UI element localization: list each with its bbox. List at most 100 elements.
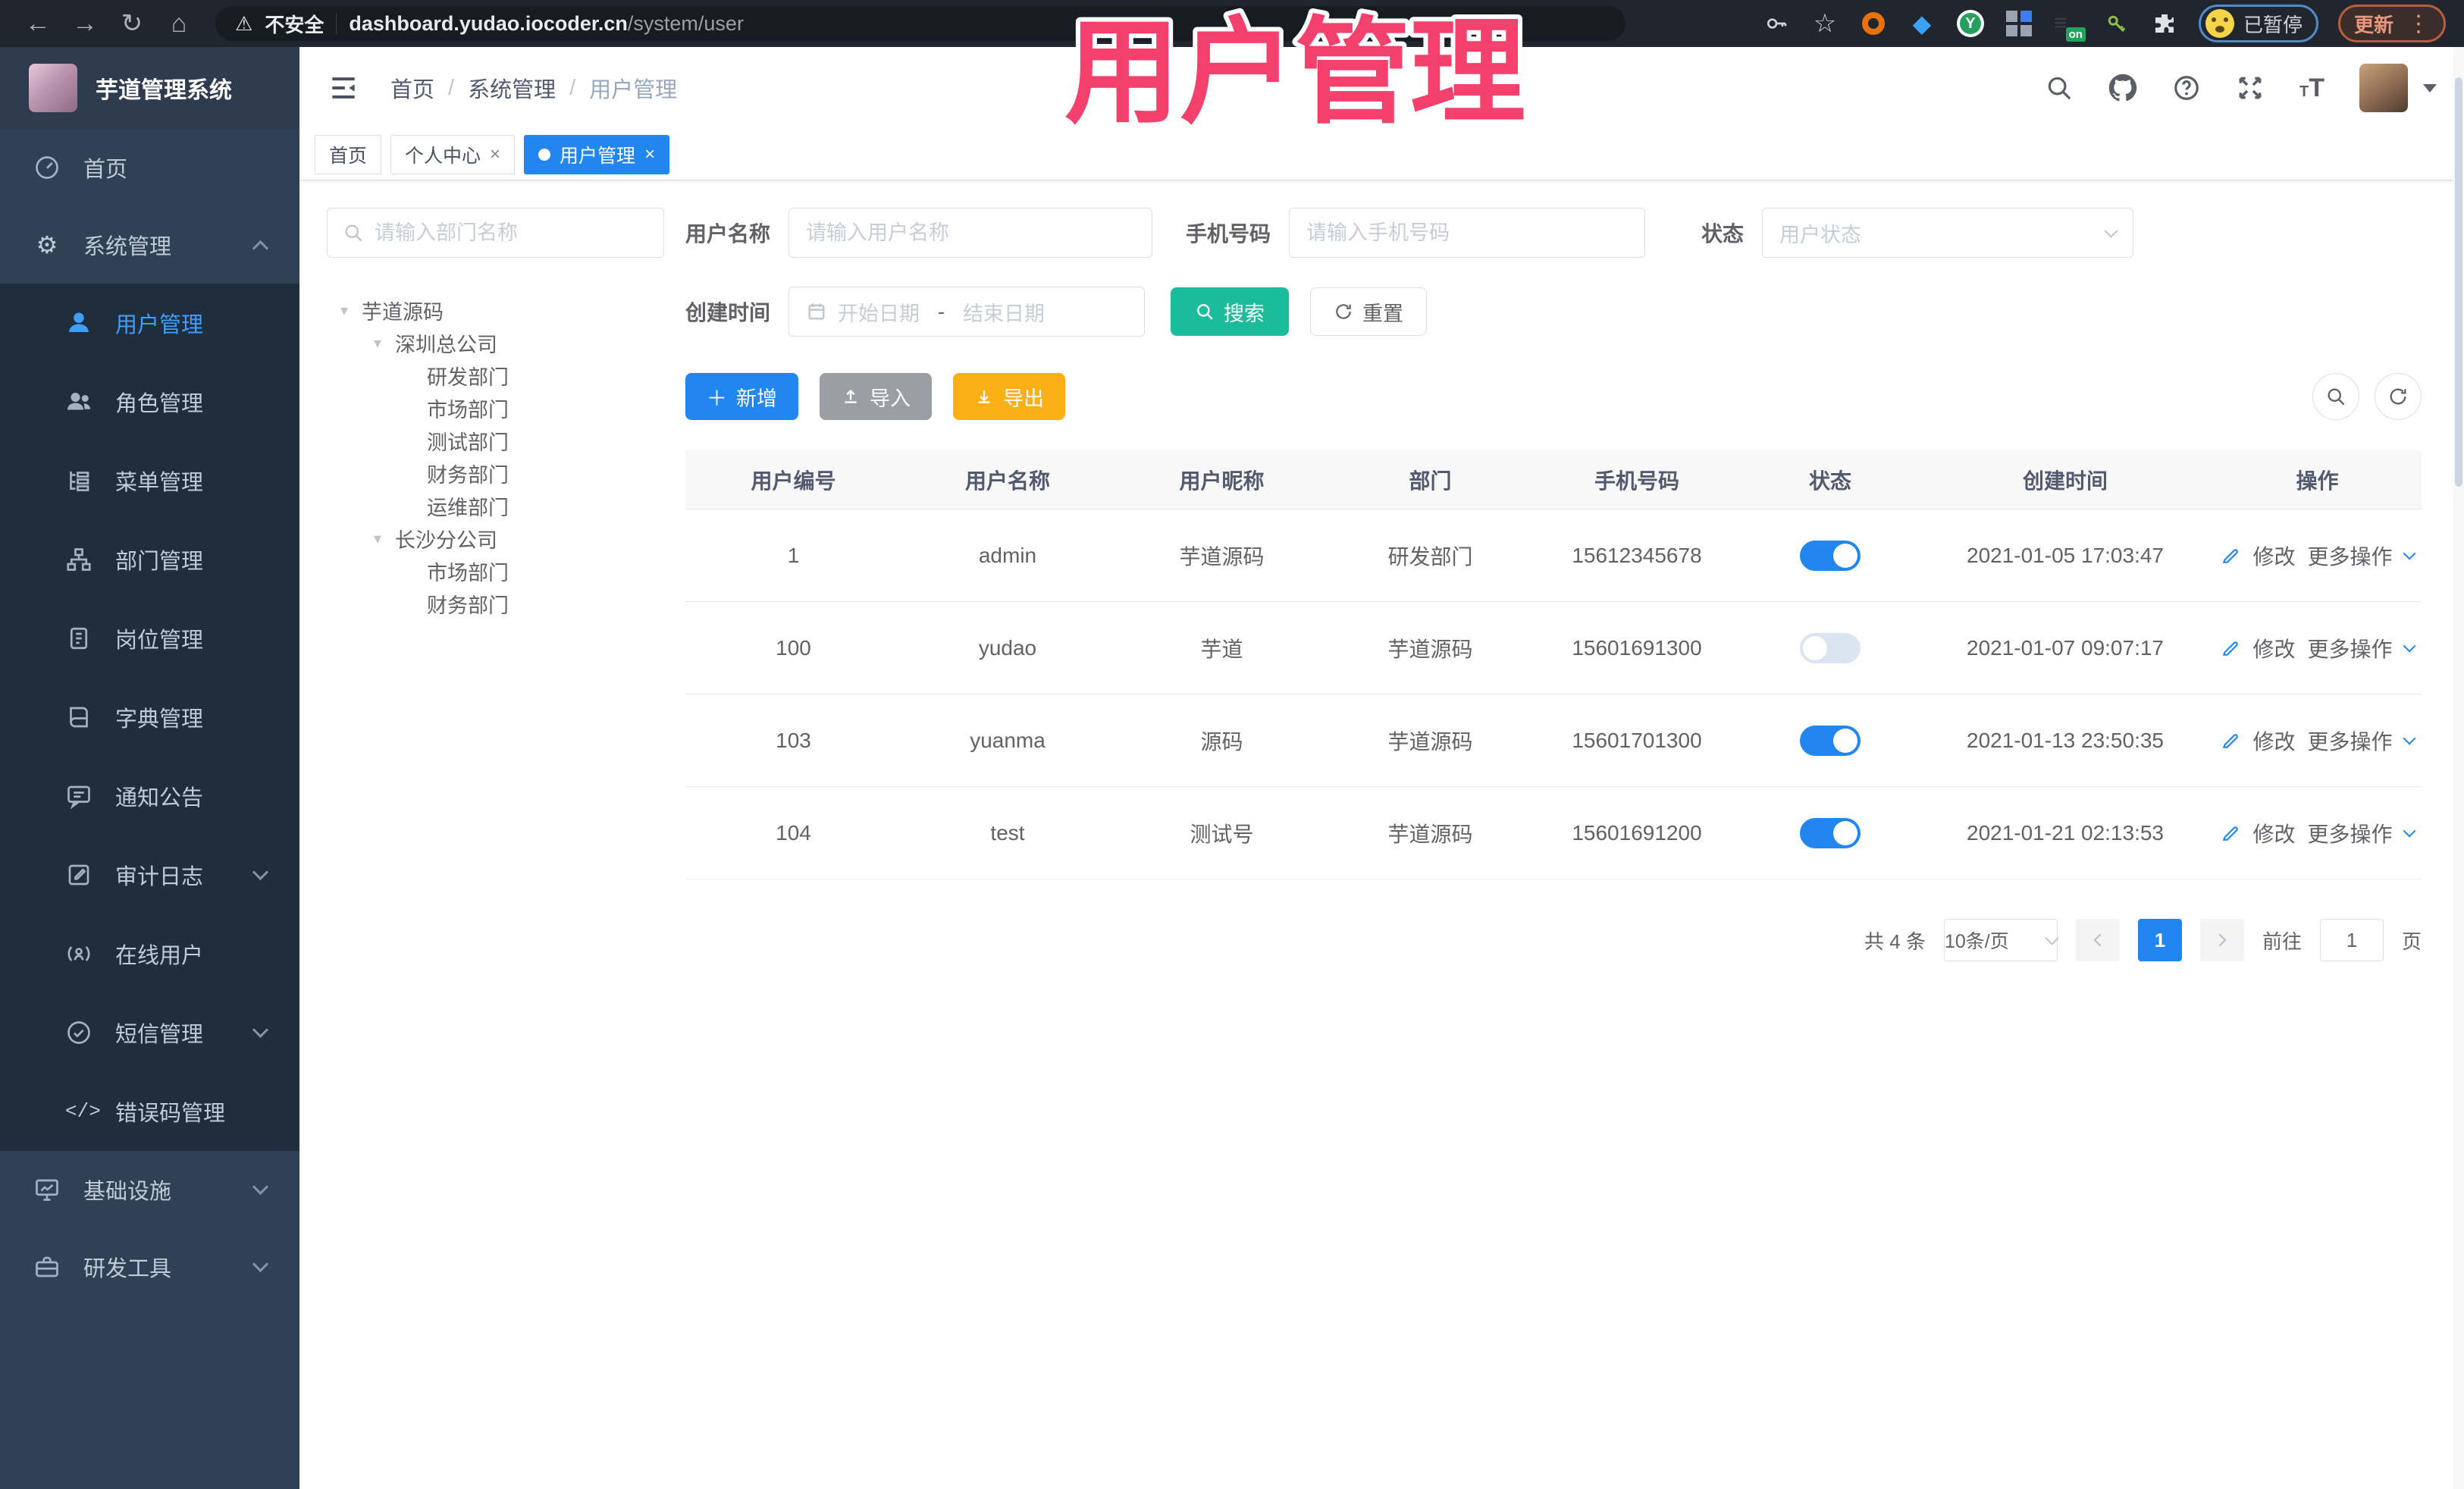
extension-on-switch-icon[interactable]: ≡ on [2053, 9, 2086, 42]
close-icon[interactable]: × [490, 144, 500, 165]
close-icon[interactable]: × [644, 144, 655, 165]
export-button[interactable]: 导出 [953, 373, 1065, 420]
tree-node[interactable]: ▾ 深圳总公司 [327, 327, 664, 359]
breadcrumb-home[interactable]: 首页 [390, 72, 434, 104]
search-button[interactable]: 搜索 [1171, 287, 1290, 336]
dept-search-input[interactable] [375, 221, 648, 245]
avatar-caret-icon[interactable] [2423, 83, 2437, 92]
add-button[interactable]: ＋ 新增 [685, 373, 798, 420]
reset-button[interactable]: 重置 [1310, 287, 1428, 336]
edit-link[interactable]: 修改 [2252, 541, 2295, 571]
extensions-puzzle-icon[interactable] [2150, 9, 2179, 38]
sidebar-item-error-code[interactable]: </> 错误码管理 [0, 1072, 299, 1151]
scrollbar-thumb[interactable] [2455, 77, 2462, 487]
more-actions-link[interactable]: 更多操作 [2308, 818, 2393, 848]
sidebar-item-sms-management[interactable]: 短信管理 [0, 993, 299, 1072]
tree-node[interactable]: 测试部门 [327, 425, 664, 457]
extension-green-key-icon[interactable] [2102, 9, 2130, 38]
refresh-table-button[interactable] [2375, 373, 2422, 420]
status-toggle-on[interactable] [1800, 540, 1861, 571]
date-range-picker[interactable]: 开始日期 - 结束日期 [788, 287, 1146, 337]
sidebar-item-system-management[interactable]: ⚙ 系统管理 [0, 206, 299, 284]
edit-link[interactable]: 修改 [2252, 818, 2295, 848]
mobile-field[interactable] [1289, 208, 1646, 258]
edit-link[interactable]: 修改 [2252, 726, 2295, 756]
github-icon[interactable] [2108, 74, 2137, 102]
tab-home[interactable]: 首页 [315, 134, 382, 174]
sidebar-item-online-users[interactable]: 在线用户 [0, 914, 299, 993]
sidebar-item-infrastructure[interactable]: 基础设施 [0, 1151, 299, 1228]
next-page-button[interactable] [2199, 919, 2244, 961]
browser-reload-button[interactable]: ↻ [112, 5, 152, 42]
help-icon[interactable] [2172, 74, 2201, 102]
tree-caret-icon[interactable]: ▾ [336, 301, 353, 320]
tree-node[interactable]: ▾ 芋道源码 [327, 294, 664, 327]
toggle-search-button[interactable] [2312, 373, 2359, 420]
more-actions-link[interactable]: 更多操作 [2308, 541, 2393, 571]
fullscreen-icon[interactable] [2236, 74, 2265, 102]
edit-link[interactable]: 修改 [2252, 633, 2295, 663]
goto-page-input[interactable] [2319, 919, 2384, 961]
tree-node[interactable]: 研发部门 [327, 359, 664, 392]
address-bar[interactable]: ⚠ 不安全 dashboard.yudao.iocoder.cn/system/… [215, 6, 1625, 41]
user-avatar[interactable] [2359, 64, 2408, 112]
app-logo[interactable]: 芋道管理系统 [0, 47, 299, 129]
status-toggle-on[interactable] [1800, 725, 1861, 756]
sidebar-item-user-management[interactable]: 用户管理 [0, 284, 299, 362]
chevron-down-icon[interactable] [2403, 824, 2416, 837]
username-field[interactable] [788, 208, 1153, 258]
profile-paused-badge[interactable]: 已暂停 [2198, 5, 2318, 42]
sidebar-item-home[interactable]: 首页 [0, 129, 299, 206]
extension-gem-icon[interactable]: ◆ [1908, 9, 1936, 38]
tree-caret-icon[interactable]: ▾ [369, 334, 386, 353]
extension-orange-icon[interactable] [1859, 9, 1888, 38]
sidebar-item-post-management[interactable]: 岗位管理 [0, 599, 299, 678]
mobile-input[interactable] [1306, 221, 1629, 245]
breadcrumb-system[interactable]: 系统管理 [468, 72, 556, 104]
bookmark-star-icon[interactable]: ☆ [1810, 9, 1839, 38]
refresh-icon [2390, 388, 2406, 405]
sidebar-item-dict-management[interactable]: 字典管理 [0, 678, 299, 757]
current-page[interactable]: 1 [2137, 919, 2182, 961]
dept-search-box[interactable] [327, 208, 664, 258]
key-icon[interactable] [1762, 9, 1791, 38]
sidebar-item-role-management[interactable]: 角色管理 [0, 362, 299, 441]
sidebar-item-menu-management[interactable]: 菜单管理 [0, 441, 299, 520]
tree-node[interactable]: 运维部门 [327, 490, 664, 522]
extension-green-y-icon[interactable]: Y [1956, 9, 1985, 38]
chevron-down-icon[interactable] [2403, 547, 2416, 560]
more-actions-link[interactable]: 更多操作 [2308, 633, 2393, 663]
status-toggle-on[interactable] [1800, 817, 1861, 848]
tree-caret-icon[interactable]: ▾ [369, 529, 386, 548]
browser-home-button[interactable]: ⌂ [159, 5, 199, 42]
chevron-down-icon[interactable] [2403, 732, 2416, 744]
browser-forward-button[interactable]: → [65, 5, 105, 42]
page-size-select[interactable]: 10条/页 [1943, 919, 2059, 961]
prev-page-button[interactable] [2075, 919, 2120, 961]
username-input[interactable] [806, 221, 1136, 245]
sidebar-item-dev-tools[interactable]: 研发工具 [0, 1228, 299, 1306]
browser-update-button[interactable]: 更新 ⋮ [2337, 5, 2446, 42]
search-icon[interactable] [2045, 74, 2074, 102]
tree-node[interactable]: 市场部门 [327, 392, 664, 425]
more-actions-link[interactable]: 更多操作 [2308, 726, 2393, 756]
browser-back-button[interactable]: ← [18, 5, 58, 42]
sidebar-item-audit-log[interactable]: 审计日志 [0, 835, 299, 914]
tree-node[interactable]: 财务部门 [327, 457, 664, 490]
tree-node[interactable]: 财务部门 [327, 588, 664, 620]
chevron-down-icon[interactable] [2403, 639, 2416, 652]
collapse-sidebar-icon[interactable] [327, 71, 360, 105]
import-button[interactable]: 导入 [820, 373, 932, 420]
sidebar-item-dept-management[interactable]: 部门管理 [0, 520, 299, 599]
status-toggle-off[interactable] [1800, 632, 1861, 663]
kebab-menu-icon[interactable]: ⋮ [2407, 11, 2430, 37]
tree-node[interactable]: ▾ 长沙分公司 [327, 522, 664, 555]
font-size-icon[interactable]: TT [2299, 74, 2324, 103]
sidebar-item-notice[interactable]: 通知公告 [0, 757, 299, 835]
status-select[interactable]: 用户状态 [1762, 208, 2134, 258]
page-scrollbar[interactable] [2453, 47, 2464, 1489]
tree-node[interactable]: 市场部门 [327, 555, 664, 588]
extension-grid-icon[interactable] [2005, 9, 2033, 38]
tab-user-management[interactable]: 用户管理 × [524, 134, 670, 174]
tab-profile[interactable]: 个人中心 × [390, 134, 516, 174]
